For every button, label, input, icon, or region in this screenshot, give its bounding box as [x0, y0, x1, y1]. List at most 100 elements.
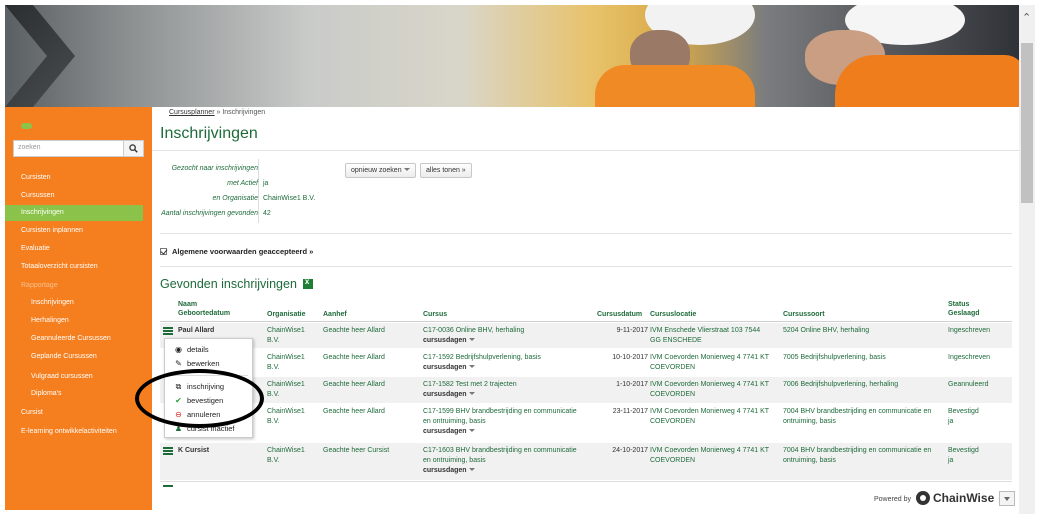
table-row[interactable]: ChainWise1 B.V. Geachte heer Allard C17-159… [160, 350, 1012, 376]
chevron-up-icon[interactable]: ⌃ [1022, 11, 1031, 24]
results-title: Gevonden inschrijvingen [160, 277, 313, 291]
table-row[interactable]: Paul Allard ChainWise1 B.V. Geachte heer Al… [160, 323, 1012, 348]
cell-cursuslocatie: IVM Coevorden Monierweg 4 7741 KT [650, 354, 770, 361]
menu-item-label: details [187, 345, 209, 354]
cursusdagen-dropdown[interactable]: cursusdagen [423, 427, 475, 437]
header-geboortedatum[interactable]: Geboortedatum [178, 309, 230, 318]
row-menu-icon[interactable] [163, 485, 173, 493]
menu-item-details[interactable]: ◉ details [174, 345, 209, 354]
footer: Powered by ChainWise [868, 489, 1018, 510]
cell-cursuslocatie: IVM Enschede Vlierstraat 103 7544 [650, 327, 761, 334]
terms-row[interactable]: Algemene voorwaarden geaccepteerd » [160, 247, 313, 256]
breadcrumb-link[interactable]: Cursusplanner [169, 109, 215, 116]
cell-cursusdatum: 23-11-2017 [612, 408, 648, 415]
toggle-icon[interactable] [21, 123, 32, 129]
cursusdagen-dropdown[interactable]: cursusdagen [423, 363, 475, 373]
vest-graphic [595, 65, 755, 107]
cell-cursussoort: ontruiming, basis [783, 457, 836, 464]
table-row[interactable]: K Cursist ChainWise1 B.V. Geachte heer Curs… [160, 443, 1012, 480]
sidebar-item[interactable]: Cursisten inplannen [5, 223, 152, 239]
column-header-status[interactable]: Status Geslaagd [948, 300, 980, 318]
main-content: Cursusplanner » Inschrijvingen Inschrijv… [152, 107, 1019, 510]
header-naam[interactable]: Naam [178, 300, 230, 309]
cell-cursus: C17-1603 BHV brandbestrijding en communi… [423, 447, 577, 454]
research-button[interactable]: opnieuw zoeken [345, 163, 416, 178]
column-header-cursuslocatie[interactable]: Cursuslocatie [650, 310, 696, 319]
cell-cursussoort: 7005 Bedrijfshulpverlening, basis [783, 354, 886, 361]
cursusdagen-label[interactable]: cursusdagen [423, 337, 467, 344]
eye-icon: ◉ [175, 345, 182, 354]
breadcrumb: Cursusplanner » Inschrijvingen [169, 109, 265, 116]
search-placeholder: zoeken [18, 144, 41, 151]
sidebar-item[interactable]: Inschrijvingen [5, 295, 152, 311]
terms-label[interactable]: Algemene voorwaarden geaccepteerd » [172, 247, 313, 256]
search-info-label: met Actief [227, 180, 258, 187]
cell-organisatie: B.V. [267, 337, 280, 344]
column-header-aanhef[interactable]: Aanhef [323, 310, 347, 319]
sidebar-item[interactable]: Inschrijvingen [5, 205, 143, 221]
chevron-down-icon[interactable] [999, 491, 1015, 506]
cell-cursuslocatie: IVM Coevorden Monierweg 4 7741 KT [650, 447, 770, 454]
sidebar-item[interactable]: Totaaloverzicht cursisten [5, 259, 152, 275]
divider [160, 266, 1012, 267]
search-icon [129, 144, 138, 153]
cell-aanhef: Geachte heer Allard [323, 327, 385, 334]
sidebar-item[interactable]: Cursist [5, 405, 152, 421]
column-header-cursussoort[interactable]: Cursussoort [783, 310, 825, 319]
cell-cursus: en ontruiming, basis [423, 457, 486, 464]
row-menu-icon[interactable] [163, 327, 173, 335]
cursusdagen-dropdown[interactable]: cursusdagen [423, 466, 475, 476]
cell-cursussoort: 7006 Bedrijfshulpverlening, herhaling [783, 381, 899, 388]
search-info-row: en Organisatie ChainWise1 B.V. [152, 195, 552, 209]
chevron-down-icon [468, 392, 475, 395]
column-header-organisatie[interactable]: Organisatie [267, 310, 306, 319]
sidebar-item[interactable]: Geplande Cursussen [5, 349, 152, 365]
page-scrollbar[interactable]: ⌃ [1019, 5, 1035, 514]
header-banner [5, 5, 1019, 107]
excel-export-icon[interactable] [302, 277, 313, 289]
header-status[interactable]: Status [948, 300, 980, 309]
column-header-cursus[interactable]: Cursus [423, 310, 447, 319]
cursusdagen-label[interactable]: cursusdagen [423, 467, 467, 474]
search-info-label: Aantal inschrijvingen gevonden [161, 210, 258, 217]
table-row[interactable]: ChainWise1 B.V. Geachte heer Allard C17-158… [160, 377, 1012, 403]
cell-cursusdatum: 9-11-2017 [616, 327, 648, 334]
cell-cursus: C17-0036 Online BHV, herhaling [423, 327, 525, 334]
sidebar-item[interactable]: Geannuleerde Cursussen [5, 331, 152, 347]
search-input[interactable]: zoeken [13, 140, 144, 157]
cell-cursuslocatie: IVM Coevorden Monierweg 4 7741 KT [650, 381, 770, 388]
sidebar-item[interactable]: E-learning ontwikkelactiviteiten [5, 424, 152, 440]
cell-aanhef: Geachte heer Allard [323, 354, 385, 361]
cell-status: Bevestigd [948, 447, 979, 454]
cursusdagen-dropdown[interactable]: cursusdagen [423, 390, 475, 400]
cursusdagen-label[interactable]: cursusdagen [423, 391, 467, 398]
table-row[interactable]: ChainWise1 B.V. Geachte heer Allard C17-159… [160, 404, 1012, 442]
cursusdagen-dropdown[interactable]: cursusdagen [423, 336, 475, 346]
header-geslaagd[interactable]: Geslaagd [948, 309, 980, 318]
scrollbar-thumb[interactable] [1021, 43, 1033, 203]
sidebar-item[interactable]: Evaluatie [5, 241, 152, 257]
brand-chevron-shape [5, 5, 75, 107]
edit-icon: ✎ [175, 359, 182, 368]
cursusdagen-label[interactable]: cursusdagen [423, 364, 467, 371]
cell-cursuslocatie: COEVORDEN [650, 391, 696, 398]
menu-item-bewerken[interactable]: ✎ bewerken [174, 359, 220, 368]
sidebar-item[interactable]: Cursisten [5, 170, 152, 186]
cursusdagen-label[interactable]: cursusdagen [423, 428, 467, 435]
cell-aanhef: Geachte heer Cursist [323, 447, 390, 454]
cell-cursussoort: 7004 BHV brandbestrijding en communicati… [783, 408, 932, 415]
sidebar-item[interactable]: Cursussen [5, 188, 152, 204]
column-header-naam[interactable]: Naam Geboortedatum [178, 300, 230, 318]
sidebar-item[interactable]: Herhalingen [5, 313, 152, 329]
sidebar-item[interactable]: Rapportage [5, 278, 152, 294]
sidebar-item[interactable]: Vulgraad cursussen [5, 369, 152, 385]
powered-by-label: Powered by [874, 496, 911, 503]
search-button[interactable] [123, 141, 143, 156]
menu-item-label: bewerken [187, 359, 220, 368]
sidebar-item[interactable]: Diploma's [5, 386, 152, 402]
cell-cursussoort: 5204 Online BHV, herhaling [783, 327, 870, 334]
show-all-button[interactable]: alles tonen » [420, 163, 472, 178]
checkbox[interactable] [160, 248, 167, 255]
column-header-cursusdatum[interactable]: Cursusdatum [597, 310, 642, 319]
row-menu-icon[interactable] [163, 447, 173, 455]
